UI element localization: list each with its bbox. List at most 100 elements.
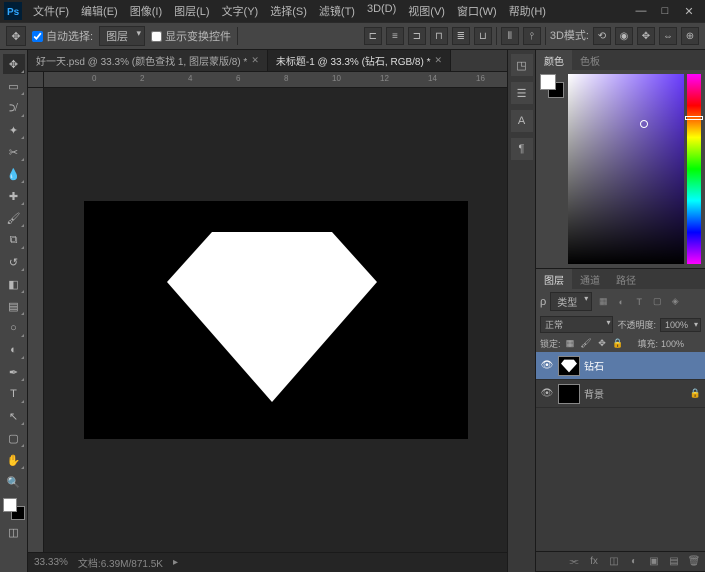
close-icon[interactable]: ✕ (251, 55, 259, 66)
3d-pan-icon[interactable]: ✥ (637, 27, 655, 45)
align-right-icon[interactable]: ⊐ (408, 27, 426, 45)
align-center-h-icon[interactable]: ≡ (386, 27, 404, 45)
showtransform-checkbox[interactable] (151, 31, 162, 42)
ruler-horizontal[interactable]: 0 2 4 6 8 10 12 14 16 (44, 72, 507, 88)
ruler-origin[interactable] (28, 72, 44, 88)
filter-shape-icon[interactable]: ▢ (650, 295, 664, 309)
shape-tool[interactable]: ▢ (3, 428, 25, 448)
crop-tool[interactable]: ✂ (3, 142, 25, 162)
tab-channels[interactable]: 通道 (572, 269, 608, 289)
statusbar-arrow-icon[interactable]: ▸ (173, 557, 178, 568)
filter-pixel-icon[interactable]: ▦ (596, 295, 610, 309)
blur-tool[interactable]: ○ (3, 318, 25, 338)
lock-transparent-icon[interactable]: ▦ (564, 337, 577, 350)
zoom-tool[interactable]: 🔍 (3, 472, 25, 492)
filter-smart-icon[interactable]: ◈ (668, 295, 682, 309)
align-left-icon[interactable]: ⊏ (364, 27, 382, 45)
layer-name[interactable]: 钻石 (584, 358, 604, 373)
3d-orbit-icon[interactable]: ⟲ (593, 27, 611, 45)
zoom-level[interactable]: 33.33% (34, 557, 68, 568)
link-layers-icon[interactable]: ⫘ (567, 555, 581, 569)
layer-thumbnail[interactable] (558, 384, 580, 404)
layer-mask-icon[interactable]: ◫ (607, 555, 621, 569)
menu-select[interactable]: 选择(S) (265, 1, 312, 21)
magic-wand-tool[interactable]: ✦ (3, 120, 25, 140)
menu-layer[interactable]: 图层(L) (169, 1, 214, 21)
dodge-tool[interactable]: ◐ (3, 340, 25, 360)
menu-3d[interactable]: 3D(D) (362, 1, 401, 21)
layer-name[interactable]: 背景 (584, 386, 604, 401)
adjustment-layer-icon[interactable]: ◐ (627, 555, 641, 569)
lock-position-icon[interactable]: ✥ (596, 337, 609, 350)
align-center-v-icon[interactable]: ≣ (452, 27, 470, 45)
hue-slider[interactable] (687, 74, 701, 264)
autoselect-checkbox[interactable] (32, 31, 43, 42)
paragraph-panel-icon[interactable]: ¶ (511, 138, 533, 160)
canvas-viewport[interactable]: 0 2 4 6 8 10 12 14 16 (28, 72, 507, 552)
distribute-h-icon[interactable]: ⫴ (501, 27, 519, 45)
tab-doc-2[interactable]: 未标题-1 @ 33.3% (钻石, RGB/8) *✕ (268, 50, 451, 71)
panel-swatches[interactable] (540, 74, 564, 98)
close-icon[interactable]: ✕ (435, 55, 443, 66)
distribute-v-icon[interactable]: ⫯ (523, 27, 541, 45)
tab-doc-1[interactable]: 好一天.psd @ 33.3% (颜色查找 1, 图层蒙版/8) *✕ (28, 50, 268, 71)
minimize-button[interactable]: — (633, 5, 649, 18)
align-bottom-icon[interactable]: ⊔ (474, 27, 492, 45)
menu-type[interactable]: 文字(Y) (217, 1, 264, 21)
align-top-icon[interactable]: ⊓ (430, 27, 448, 45)
filter-adjust-icon[interactable]: ◐ (614, 295, 628, 309)
delete-layer-icon[interactable]: 🗑 (687, 555, 701, 569)
quickmask-toggle[interactable]: ◫ (3, 522, 25, 542)
path-select-tool[interactable]: ↖ (3, 406, 25, 426)
menu-edit[interactable]: 编辑(E) (76, 1, 123, 21)
group-icon[interactable]: ▣ (647, 555, 661, 569)
properties-panel-icon[interactable]: ☰ (511, 82, 533, 104)
diamond-shape[interactable] (167, 232, 377, 402)
layer-thumbnail[interactable] (558, 356, 580, 376)
3d-slide-icon[interactable]: ⇔ (659, 27, 677, 45)
stamp-tool[interactable]: ⧉ (3, 230, 25, 250)
hand-tool[interactable]: ✋ (3, 450, 25, 470)
pen-tool[interactable]: ✒ (3, 362, 25, 382)
menu-view[interactable]: 视图(V) (403, 1, 450, 21)
menu-file[interactable]: 文件(F) (28, 1, 74, 21)
visibility-icon[interactable]: 👁 (540, 360, 554, 371)
opacity-input[interactable]: 100% (660, 318, 701, 332)
tab-layers[interactable]: 图层 (536, 269, 572, 289)
tab-paths[interactable]: 路径 (608, 269, 644, 289)
menu-image[interactable]: 图像(I) (125, 1, 167, 21)
marquee-tool[interactable]: ▭ (3, 76, 25, 96)
move-tool[interactable]: ✥ (3, 54, 25, 74)
history-panel-icon[interactable]: ◳ (511, 54, 533, 76)
doc-info[interactable]: 文档:6.39M/871.5K (78, 555, 163, 570)
color-swatches[interactable] (3, 498, 25, 520)
filter-type-icon[interactable]: T (632, 295, 646, 309)
layer-filter-dropdown[interactable]: 类型 (550, 292, 592, 311)
color-field[interactable] (568, 74, 684, 264)
eraser-tool[interactable]: ◧ (3, 274, 25, 294)
layer-row[interactable]: 👁 背景 🔒 (536, 380, 705, 408)
artboard[interactable] (85, 202, 467, 438)
gradient-tool[interactable]: ▤ (3, 296, 25, 316)
eyedropper-tool[interactable]: 💧 (3, 164, 25, 184)
lock-all-icon[interactable]: 🔒 (612, 337, 625, 350)
maximize-button[interactable]: □ (657, 5, 673, 18)
menu-help[interactable]: 帮助(H) (504, 1, 551, 21)
brush-tool[interactable]: 🖌 (3, 208, 25, 228)
3d-zoom-icon[interactable]: ⊕ (681, 27, 699, 45)
tab-color[interactable]: 颜色 (536, 50, 572, 70)
menu-window[interactable]: 窗口(W) (452, 1, 502, 21)
tab-swatches[interactable]: 色板 (572, 50, 608, 70)
lock-pixels-icon[interactable]: 🖌 (580, 337, 593, 350)
autoselect-dropdown[interactable]: 图层 (99, 26, 145, 46)
layer-fx-icon[interactable]: fx (587, 555, 601, 569)
close-button[interactable]: ✕ (681, 5, 697, 18)
layer-row[interactable]: 👁 钻石 (536, 352, 705, 380)
ruler-vertical[interactable] (28, 88, 44, 552)
healing-tool[interactable]: ✚ (3, 186, 25, 206)
lasso-tool[interactable]: ⟉ (3, 98, 25, 118)
type-tool[interactable]: T (3, 384, 25, 404)
menu-filter[interactable]: 滤镜(T) (314, 1, 360, 21)
character-panel-icon[interactable]: A (511, 110, 533, 132)
history-brush-tool[interactable]: ↺ (3, 252, 25, 272)
